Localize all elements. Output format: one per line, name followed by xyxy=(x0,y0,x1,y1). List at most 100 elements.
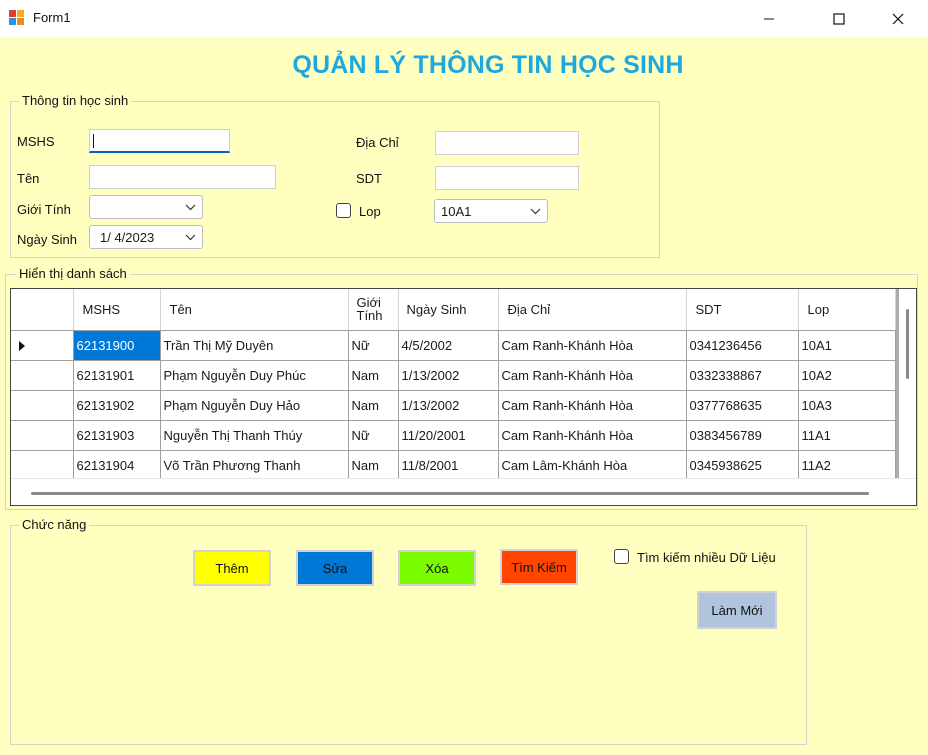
actions-group-title: Chức năng xyxy=(19,517,90,532)
table-cell-mshs[interactable]: 62131903 xyxy=(73,420,161,451)
ngaysinh-label: Ngày Sinh xyxy=(17,232,77,247)
row-header[interactable] xyxy=(11,330,74,361)
table-cell-lop[interactable]: 11A1 xyxy=(798,420,896,451)
vertical-scrollbar-thumb[interactable] xyxy=(906,309,909,379)
chevron-down-icon xyxy=(185,234,196,241)
chevron-down-icon xyxy=(530,208,541,215)
ngaysinh-datepicker[interactable]: 1/ 4/2023 xyxy=(89,225,203,249)
table-cell-ngaysinh[interactable]: 11/20/2001 xyxy=(398,420,499,451)
column-header-ngaysinh[interactable]: Ngày Sinh xyxy=(398,289,499,331)
table-cell-mshs[interactable]: 62131904 xyxy=(73,450,161,481)
table-row[interactable]: 62131903 Nguyễn Thị Thanh Thúy Nữ 11/20/… xyxy=(11,420,896,451)
table-cell-ngaysinh[interactable]: 1/13/2002 xyxy=(398,390,499,421)
table-cell-mshs[interactable]: 62131902 xyxy=(73,390,161,421)
column-header-sdt[interactable]: SDT xyxy=(686,289,799,331)
table-cell-diachi[interactable]: Cam Lâm-Khánh Hòa xyxy=(498,450,687,481)
table-cell-ten[interactable]: Võ Trần Phương Thanh xyxy=(160,450,349,481)
sua-button[interactable]: Sửa xyxy=(296,550,374,586)
table-cell-sdt[interactable]: 0332338867 xyxy=(686,360,799,391)
table-cell-ten[interactable]: Nguyễn Thị Thanh Thúy xyxy=(160,420,349,451)
table-cell-diachi[interactable]: Cam Ranh-Khánh Hòa xyxy=(498,420,687,451)
table-cell-gioitinh[interactable]: Nam xyxy=(348,390,399,421)
lop-checkbox[interactable] xyxy=(336,203,351,218)
table-cell-sdt[interactable]: 0341236456 xyxy=(686,330,799,361)
row-header[interactable] xyxy=(11,420,74,451)
table-cell-sdt[interactable]: 0383456789 xyxy=(686,420,799,451)
table-row[interactable]: 62131904 Võ Trần Phương Thanh Nam 11/8/2… xyxy=(11,450,896,481)
mshs-input[interactable] xyxy=(89,129,230,153)
table-cell-mshs[interactable]: 62131900 xyxy=(73,330,161,361)
sdt-input[interactable] xyxy=(435,166,579,190)
table-cell-diachi[interactable]: Cam Ranh-Khánh Hòa xyxy=(498,360,687,391)
ten-label: Tên xyxy=(17,171,40,186)
column-header-diachi[interactable]: Địa Chỉ xyxy=(498,289,687,331)
row-header[interactable] xyxy=(11,450,74,481)
student-list-group-title: Hiển thị danh sách xyxy=(16,266,130,281)
maximize-icon xyxy=(833,12,845,25)
table-row[interactable]: 62131902 Phạm Nguyễn Duy Hảo Nam 1/13/20… xyxy=(11,390,896,421)
table-cell-ngaysinh[interactable]: 1/13/2002 xyxy=(398,360,499,391)
sdt-label: SDT xyxy=(356,171,382,186)
timkiem-button[interactable]: Tìm Kiếm xyxy=(500,549,578,585)
windows-form-icon xyxy=(9,10,25,26)
gioitinh-combobox[interactable] xyxy=(89,195,203,219)
table-cell-gioitinh[interactable]: Nam xyxy=(348,360,399,391)
table-cell-ten[interactable]: Phạm Nguyễn Duy Hảo xyxy=(160,390,349,421)
table-cell-diachi[interactable]: Cam Ranh-Khánh Hòa xyxy=(498,330,687,361)
horizontal-scrollbar-thumb[interactable] xyxy=(31,492,869,495)
student-info-group-title: Thông tin học sinh xyxy=(19,93,132,108)
close-button[interactable] xyxy=(875,0,921,37)
minimize-icon xyxy=(764,18,774,19)
window-titlebar: Form1 xyxy=(0,0,928,37)
table-cell-diachi[interactable]: Cam Ranh-Khánh Hòa xyxy=(498,390,687,421)
student-table: MSHS Tên Giới Tính Ngày Sinh Địa Chỉ SDT… xyxy=(11,289,896,481)
table-cell-ngaysinh[interactable]: 11/8/2001 xyxy=(398,450,499,481)
table-cell-ten[interactable]: Phạm Nguyễn Duy Phúc xyxy=(160,360,349,391)
lop-checkbox-label: Lop xyxy=(359,204,381,219)
table-cell-lop[interactable]: 11A2 xyxy=(798,450,896,481)
lammoi-button[interactable]: Làm Mới xyxy=(697,591,777,629)
table-cell-gioitinh[interactable]: Nữ xyxy=(348,420,399,451)
student-datagrid[interactable]: MSHS Tên Giới Tính Ngày Sinh Địa Chỉ SDT… xyxy=(10,288,917,506)
table-cell-sdt[interactable]: 0377768635 xyxy=(686,390,799,421)
row-pointer-icon xyxy=(19,340,25,351)
ngaysinh-datepicker-value: 1/ 4/2023 xyxy=(100,230,155,245)
mshs-label: MSHS xyxy=(17,134,55,149)
table-cell-ten[interactable]: Trần Thị Mỹ Duyên xyxy=(160,330,349,361)
them-button[interactable]: Thêm xyxy=(193,550,271,586)
column-header-lop[interactable]: Lop xyxy=(798,289,896,331)
table-cell-lop[interactable]: 10A3 xyxy=(798,390,896,421)
page-title: QUẢN LÝ THÔNG TIN HỌC SINH xyxy=(292,51,684,79)
row-header[interactable] xyxy=(11,390,74,421)
table-header-row: MSHS Tên Giới Tính Ngày Sinh Địa Chỉ SDT… xyxy=(11,289,896,331)
table-row[interactable]: 62131900 Trần Thị Mỹ Duyên Nữ 4/5/2002 C… xyxy=(11,330,896,361)
minimize-button[interactable] xyxy=(746,0,792,37)
multi-search-checkbox[interactable] xyxy=(614,549,629,564)
diachi-input[interactable] xyxy=(435,131,579,155)
vertical-scrollbar[interactable] xyxy=(899,289,916,479)
column-header-gioitinh[interactable]: Giới Tính xyxy=(348,289,399,331)
table-cell-gioitinh[interactable]: Nam xyxy=(348,450,399,481)
table-row[interactable]: 62131901 Phạm Nguyễn Duy Phúc Nam 1/13/2… xyxy=(11,360,896,391)
ten-input[interactable] xyxy=(89,165,276,189)
column-header-ten[interactable]: Tên xyxy=(160,289,349,331)
table-cell-sdt[interactable]: 0345938625 xyxy=(686,450,799,481)
maximize-button[interactable] xyxy=(816,0,862,37)
table-cell-lop[interactable]: 10A1 xyxy=(798,330,896,361)
xoa-button[interactable]: Xóa xyxy=(398,550,476,586)
horizontal-scrollbar[interactable] xyxy=(11,478,916,505)
text-caret xyxy=(93,134,94,148)
gioitinh-label: Giới Tính xyxy=(17,202,71,217)
multi-search-label: Tìm kiếm nhiều Dữ Liệu xyxy=(637,550,776,565)
column-header-mshs[interactable]: MSHS xyxy=(73,289,161,331)
lop-combobox-value: 10A1 xyxy=(441,204,472,219)
chevron-down-icon xyxy=(185,204,196,211)
row-header-corner xyxy=(11,289,74,331)
row-header[interactable] xyxy=(11,360,74,391)
table-cell-lop[interactable]: 10A2 xyxy=(798,360,896,391)
table-cell-mshs[interactable]: 62131901 xyxy=(73,360,161,391)
diachi-label: Địa Chỉ xyxy=(356,135,399,150)
table-cell-gioitinh[interactable]: Nữ xyxy=(348,330,399,361)
table-cell-ngaysinh[interactable]: 4/5/2002 xyxy=(398,330,499,361)
lop-combobox[interactable]: 10A1 xyxy=(434,199,548,223)
